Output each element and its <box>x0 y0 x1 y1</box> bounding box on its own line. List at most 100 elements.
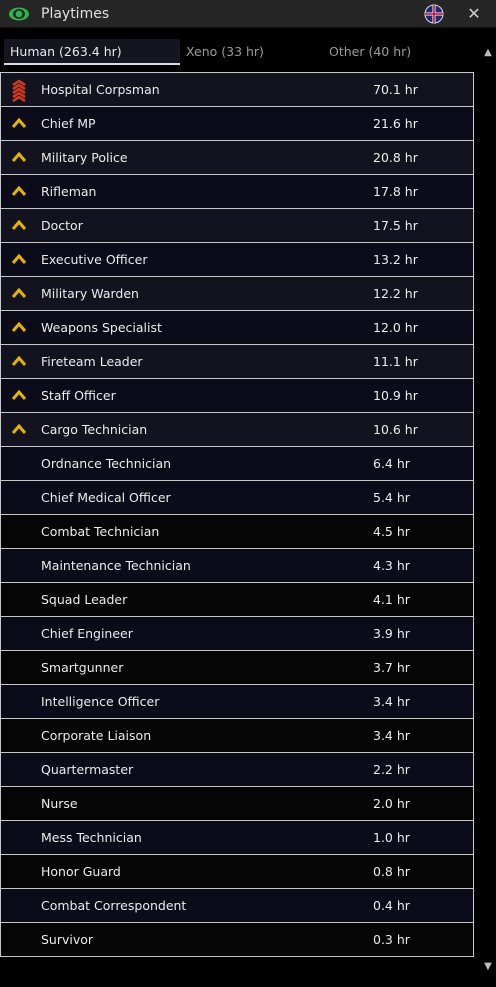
chevron-rank-icon <box>11 185 27 196</box>
role-playtime: 0.3 hr <box>373 932 410 947</box>
chevron-rank-icon <box>11 253 27 264</box>
table-row: Smartgunner 3.7 hr <box>0 651 474 685</box>
role-playtime: 3.7 hr <box>373 660 410 675</box>
role-playtime: 3.4 hr <box>373 728 410 743</box>
role-name: Executive Officer <box>41 252 148 267</box>
role-name: Cargo Technician <box>41 422 148 437</box>
table-row: Squad Leader 4.1 hr <box>0 583 474 617</box>
language-flag-icon[interactable] <box>424 4 444 24</box>
role-playtime: 21.6 hr <box>373 116 418 131</box>
role-playtime: 0.4 hr <box>373 898 410 913</box>
role-playtime: 2.0 hr <box>373 796 410 811</box>
role-name: Survivor <box>41 932 94 947</box>
role-name: Maintenance Technician <box>41 558 191 573</box>
chevron-rank-icon <box>11 321 27 332</box>
close-button[interactable]: ✕ <box>465 4 483 24</box>
table-row: Maintenance Technician 4.3 hr <box>0 549 474 583</box>
table-row: Combat Correspondent 0.4 hr <box>0 889 474 923</box>
scrollbar[interactable]: ▲ ▼ <box>480 29 496 987</box>
table-row: Staff Officer 10.9 hr <box>0 379 474 413</box>
role-name: Honor Guard <box>41 864 121 879</box>
role-name: Staff Officer <box>41 388 116 403</box>
table-row: Military Warden 12.2 hr <box>0 277 474 311</box>
role-name: Chief MP <box>41 116 96 131</box>
role-name: Fireteam Leader <box>41 354 143 369</box>
role-name: Mess Technician <box>41 830 142 845</box>
table-row: Weapons Specialist 12.0 hr <box>0 311 474 345</box>
role-name: Ordnance Technician <box>41 456 172 471</box>
role-playtime: 4.3 hr <box>373 558 410 573</box>
role-name: Military Warden <box>41 286 139 301</box>
role-playtime: 5.4 hr <box>373 490 410 505</box>
table-row: Fireteam Leader 11.1 hr <box>0 345 474 379</box>
role-name: Intelligence Officer <box>41 694 160 709</box>
role-playtime: 0.8 hr <box>373 864 410 879</box>
table-row: Cargo Technician 10.6 hr <box>0 413 474 447</box>
window-title: Playtimes <box>41 6 110 22</box>
role-playtime: 1.0 hr <box>373 830 410 845</box>
table-row: Chief MP 21.6 hr <box>0 107 474 141</box>
table-row: Honor Guard 0.8 hr <box>0 855 474 889</box>
table-row: Corporate Liaison 3.4 hr <box>0 719 474 753</box>
table-row: Doctor 17.5 hr <box>0 209 474 243</box>
chevron-rank-icon <box>11 117 27 128</box>
role-playtime: 12.0 hr <box>373 320 418 335</box>
role-name: Squad Leader <box>41 592 128 607</box>
role-playtime: 70.1 hr <box>373 82 418 97</box>
role-name: Combat Technician <box>41 524 160 539</box>
role-name: Nurse <box>41 796 78 811</box>
role-playtime: 10.9 hr <box>373 388 418 403</box>
scroll-up-icon[interactable]: ▲ <box>480 45 496 61</box>
role-name: Smartgunner <box>41 660 124 675</box>
tab-xeno[interactable]: Xeno (33 hr) <box>186 39 264 65</box>
table-row: Survivor 0.3 hr <box>0 923 474 957</box>
tab-other[interactable]: Other (40 hr) <box>329 39 411 65</box>
table-row: Military Police 20.8 hr <box>0 141 474 175</box>
role-playtime: 10.6 hr <box>373 422 418 437</box>
chevron-rank-icon <box>11 151 27 162</box>
role-playtime: 2.2 hr <box>373 762 410 777</box>
role-playtime: 4.5 hr <box>373 524 410 539</box>
role-playtime: 3.9 hr <box>373 626 410 641</box>
role-name: Weapons Specialist <box>41 320 162 335</box>
table-row: Quartermaster 2.2 hr <box>0 753 474 787</box>
role-name: Quartermaster <box>41 762 134 777</box>
tab-bar: Human (263.4 hr) Xeno (33 hr) Other (40 … <box>0 29 480 69</box>
role-playtime: 20.8 hr <box>373 150 418 165</box>
tab-human[interactable]: Human (263.4 hr) <box>4 39 180 65</box>
role-playtime: 11.1 hr <box>373 354 418 369</box>
role-name: Chief Medical Officer <box>41 490 171 505</box>
role-playtime: 13.2 hr <box>373 252 418 267</box>
table-row: Chief Engineer 3.9 hr <box>0 617 474 651</box>
role-name: Hospital Corpsman <box>41 82 160 97</box>
scroll-down-icon[interactable]: ▼ <box>480 959 496 975</box>
chevron-rank-icon <box>11 355 27 366</box>
chevron-rank-icon <box>11 287 27 298</box>
chevron-rank-icon <box>11 389 27 400</box>
eye-icon <box>9 7 29 21</box>
playtime-list: Hospital Corpsman 70.1 hr Chief MP 21.6 hr M… <box>0 72 474 957</box>
table-row: Hospital Corpsman 70.1 hr <box>0 72 474 107</box>
role-playtime: 6.4 hr <box>373 456 410 471</box>
chevron-rank-icon <box>11 423 27 434</box>
role-name: Combat Correspondent <box>41 898 187 913</box>
role-playtime: 17.8 hr <box>373 184 418 199</box>
table-row: Nurse 2.0 hr <box>0 787 474 821</box>
role-name: Doctor <box>41 218 83 233</box>
chevron-rank-icon <box>11 219 27 230</box>
role-playtime: 4.1 hr <box>373 592 410 607</box>
role-playtime: 3.4 hr <box>373 694 410 709</box>
role-name: Chief Engineer <box>41 626 133 641</box>
table-row: Mess Technician 1.0 hr <box>0 821 474 855</box>
table-row: Rifleman 17.8 hr <box>0 175 474 209</box>
role-name: Corporate Liaison <box>41 728 152 743</box>
role-playtime: 17.5 hr <box>373 218 418 233</box>
table-row: Intelligence Officer 3.4 hr <box>0 685 474 719</box>
role-playtime: 12.2 hr <box>373 286 418 301</box>
corpsman-rank-icon <box>12 79 26 103</box>
table-row: Ordnance Technician 6.4 hr <box>0 447 474 481</box>
window-titlebar: Playtimes ✕ <box>0 0 496 28</box>
table-row: Combat Technician 4.5 hr <box>0 515 474 549</box>
role-name: Military Police <box>41 150 128 165</box>
role-name: Rifleman <box>41 184 97 199</box>
